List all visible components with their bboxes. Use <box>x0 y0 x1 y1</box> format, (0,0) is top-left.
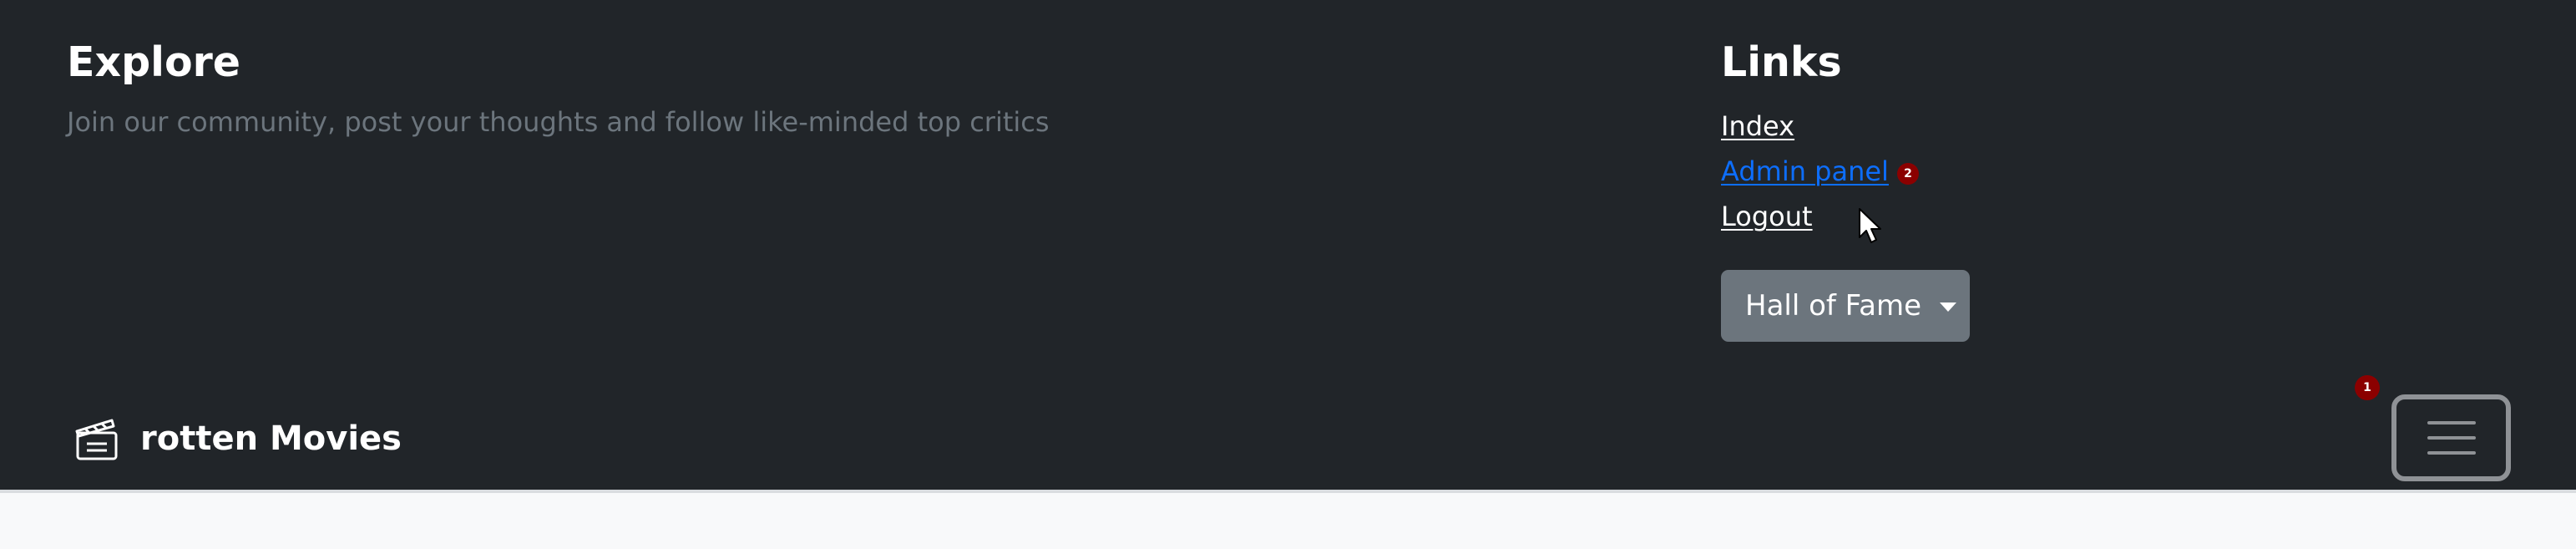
notification-badge: 1 <box>2355 375 2380 400</box>
mouse-cursor-icon <box>1858 207 1881 246</box>
list-item: Logout <box>1721 194 1919 239</box>
list-item: Index <box>1721 104 1919 149</box>
list-item: Admin panel 2 <box>1721 149 1919 194</box>
links-column: Links Index Admin panel 2 Logout <box>1721 35 1919 239</box>
navbar-brand[interactable]: rotten Movies <box>73 415 402 462</box>
admin-panel-link[interactable]: Admin panel <box>1721 153 1889 190</box>
explore-tagline: Join our community, post your thoughts a… <box>67 106 1050 138</box>
admin-panel-badge: 2 <box>1896 163 1919 185</box>
explore-column: Explore Join our community, post your th… <box>67 35 1050 140</box>
section-divider <box>0 490 2576 493</box>
film-clapperboard-icon <box>73 415 120 462</box>
navbar-toggler-button[interactable] <box>2391 394 2511 481</box>
brand-name: rotten Movies <box>140 419 402 458</box>
hall-of-fame-dropdown[interactable]: Hall of Fame <box>1721 270 1970 342</box>
links-heading: Links <box>1721 38 1842 86</box>
explore-heading: Explore <box>67 38 241 86</box>
links-list: Index Admin panel 2 Logout <box>1721 104 1919 239</box>
hamburger-menu-icon <box>2426 418 2477 458</box>
logout-link[interactable]: Logout <box>1721 198 1813 235</box>
index-link[interactable]: Index <box>1721 108 1794 145</box>
caret-down-icon <box>1940 302 1956 312</box>
hall-of-fame-label: Hall of Fame <box>1745 289 1921 323</box>
